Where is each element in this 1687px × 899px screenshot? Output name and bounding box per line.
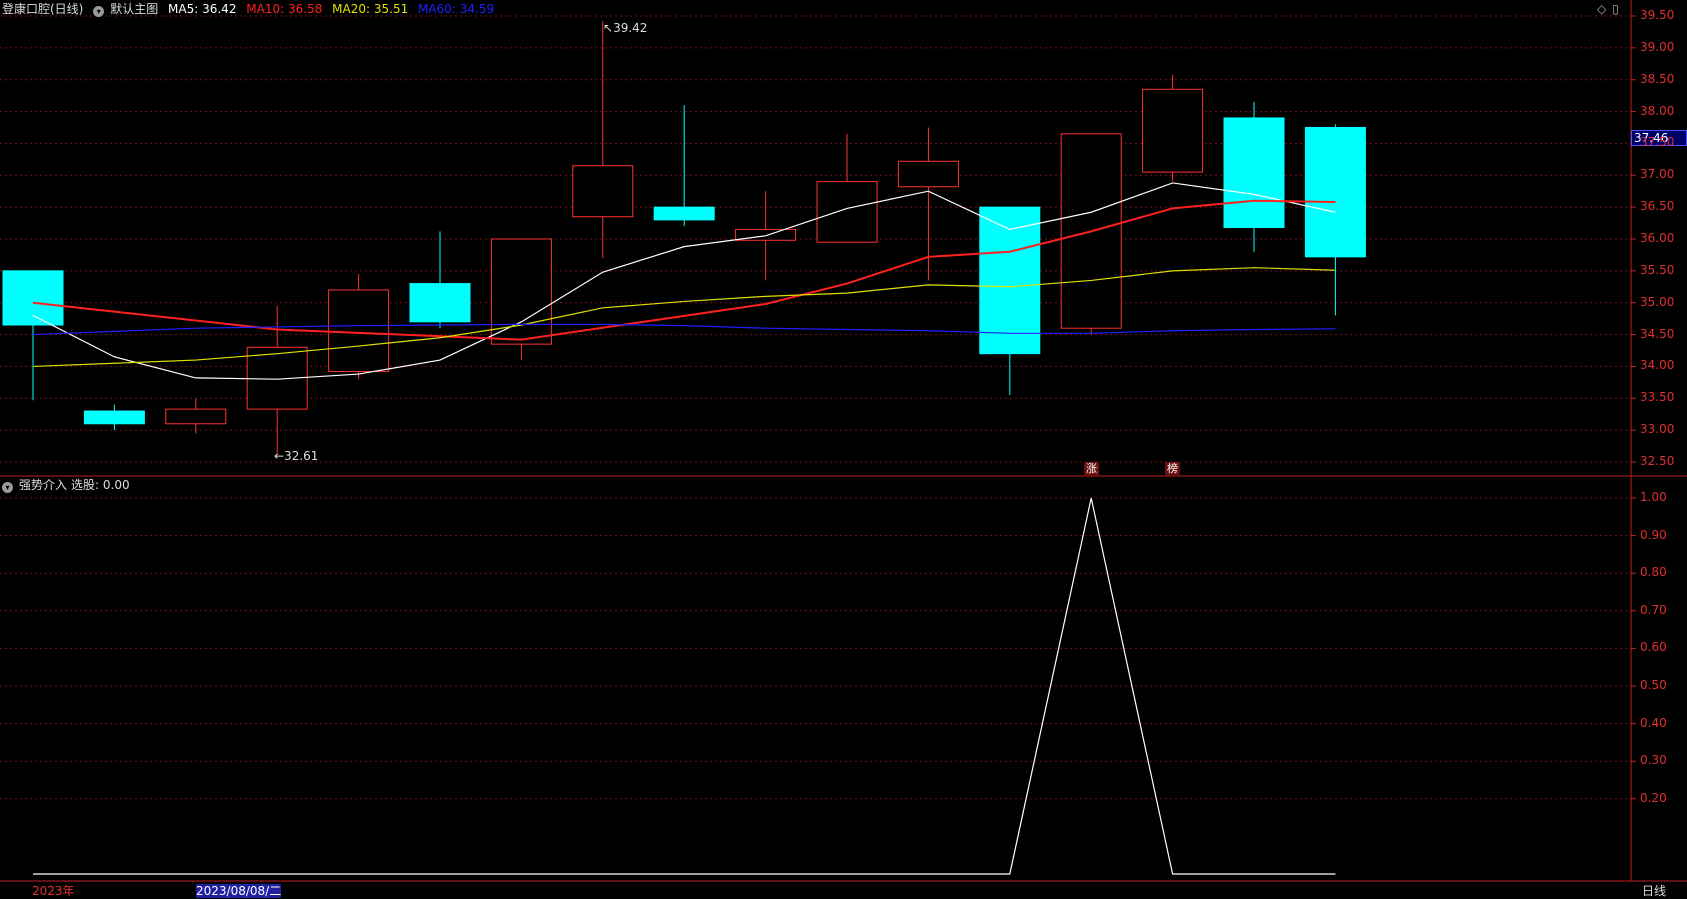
- candle-body: [2, 270, 64, 326]
- y-tick-label: 35.50: [1640, 262, 1675, 277]
- candle-body: [1223, 117, 1285, 229]
- candle[interactable]: [165, 398, 227, 434]
- low-value: 32.61: [284, 449, 319, 463]
- candle[interactable]: [2, 270, 64, 401]
- y-tick-label: 0.90: [1640, 527, 1667, 542]
- candle[interactable]: [83, 404, 145, 431]
- y-tick-label: 33.50: [1640, 390, 1675, 405]
- main-header: 登康口腔(日线) ▾ 默认主图 MA5: 36.42 MA10: 36.58 MA…: [2, 2, 500, 17]
- y-tick-label: 38.00: [1640, 103, 1675, 118]
- stock-title: 登康口腔(日线): [2, 2, 84, 16]
- y-tick-label: 0.60: [1640, 640, 1667, 655]
- candle-body: [83, 410, 145, 425]
- chevron-down-icon[interactable]: ▾: [2, 482, 13, 493]
- candle-body: [816, 181, 878, 243]
- y-tick-label: 34.50: [1640, 326, 1675, 341]
- candle-body: [328, 289, 390, 373]
- candle[interactable]: [328, 274, 390, 380]
- y-tick-label: 0.70: [1640, 602, 1667, 617]
- y-tick-label: 34.00: [1640, 358, 1675, 373]
- y-tick-label: 36.00: [1640, 231, 1675, 245]
- candle-body: [653, 206, 715, 221]
- panel-icon[interactable]: ▯: [1612, 2, 1619, 16]
- candle[interactable]: [246, 305, 308, 455]
- candle[interactable]: [653, 105, 715, 227]
- candle[interactable]: [409, 231, 471, 329]
- candle-body: [1142, 88, 1204, 173]
- y-tick-label: 36.50: [1640, 199, 1675, 214]
- ma60-legend: MA60: 34.59: [418, 2, 495, 16]
- y-tick-label: 37.00: [1640, 167, 1675, 182]
- ma20-legend: MA20: 35.51: [332, 2, 409, 16]
- candle-body: [409, 283, 471, 323]
- y-tick-label: 33.00: [1640, 422, 1675, 437]
- y-tick-label: 1.00: [1640, 490, 1667, 504]
- rank-badge[interactable]: 榜: [1165, 462, 1180, 475]
- candle-body: [165, 408, 227, 425]
- candle-body: [897, 160, 959, 188]
- candle-body: [1304, 127, 1366, 258]
- year-label: 2023年: [32, 884, 75, 898]
- ma60-line: [32, 323, 1336, 336]
- ma20-line: [32, 267, 1336, 368]
- candle[interactable]: [816, 133, 878, 243]
- y-tick-label: 39.00: [1640, 39, 1675, 54]
- candle[interactable]: [1142, 74, 1204, 182]
- y-tick-label: 0.20: [1640, 790, 1667, 805]
- window-controls: ◇ ▯: [1597, 2, 1625, 16]
- y-tick-label: 39.50: [1640, 8, 1675, 22]
- y-tick-label: 0.50: [1640, 678, 1667, 692]
- low-annotation: ←32.61: [274, 449, 319, 463]
- chevron-down-icon[interactable]: ▾: [93, 6, 105, 17]
- candle[interactable]: [1304, 124, 1366, 316]
- chart-canvas: [0, 0, 1687, 882]
- candles: [2, 21, 1366, 455]
- sub-indicator-value: 选股: 0.00: [71, 478, 130, 492]
- y-tick-label: 0.80: [1640, 565, 1667, 580]
- sub-header: ▾ 强势介入 选股: 0.00: [2, 478, 136, 493]
- y-tick-label: 35.00: [1640, 294, 1675, 309]
- y-tick-label: 0.30: [1640, 753, 1667, 768]
- ma5-legend: MA5: 36.42: [168, 2, 237, 16]
- main-indicator-label[interactable]: 默认主图: [110, 2, 158, 16]
- high-value: 39.42: [613, 21, 648, 35]
- frame-layer: [0, 0, 1687, 882]
- candle[interactable]: [572, 21, 634, 259]
- y-tick-label: 0.40: [1640, 715, 1667, 730]
- high-annotation: ↖39.42: [603, 21, 648, 35]
- candle[interactable]: [490, 238, 552, 361]
- sub-indicator-label[interactable]: 强势介入: [19, 478, 67, 492]
- period-label[interactable]: 日线: [1642, 884, 1666, 898]
- ma10-legend: MA10: 36.58: [246, 2, 323, 16]
- grid-layer: [0, 15, 1631, 800]
- limit-up-badge[interactable]: 涨: [1084, 462, 1099, 475]
- candle[interactable]: [1060, 133, 1122, 335]
- y-tick-label: 32.50: [1640, 454, 1675, 468]
- y-tick-label: 37.50: [1640, 135, 1675, 150]
- candle-body: [572, 165, 634, 218]
- cursor-date-label: 2023/08/08/二: [196, 884, 282, 898]
- y-tick-label: 38.50: [1640, 71, 1675, 86]
- candle[interactable]: [1223, 102, 1285, 252]
- diamond-icon[interactable]: ◇: [1597, 2, 1606, 16]
